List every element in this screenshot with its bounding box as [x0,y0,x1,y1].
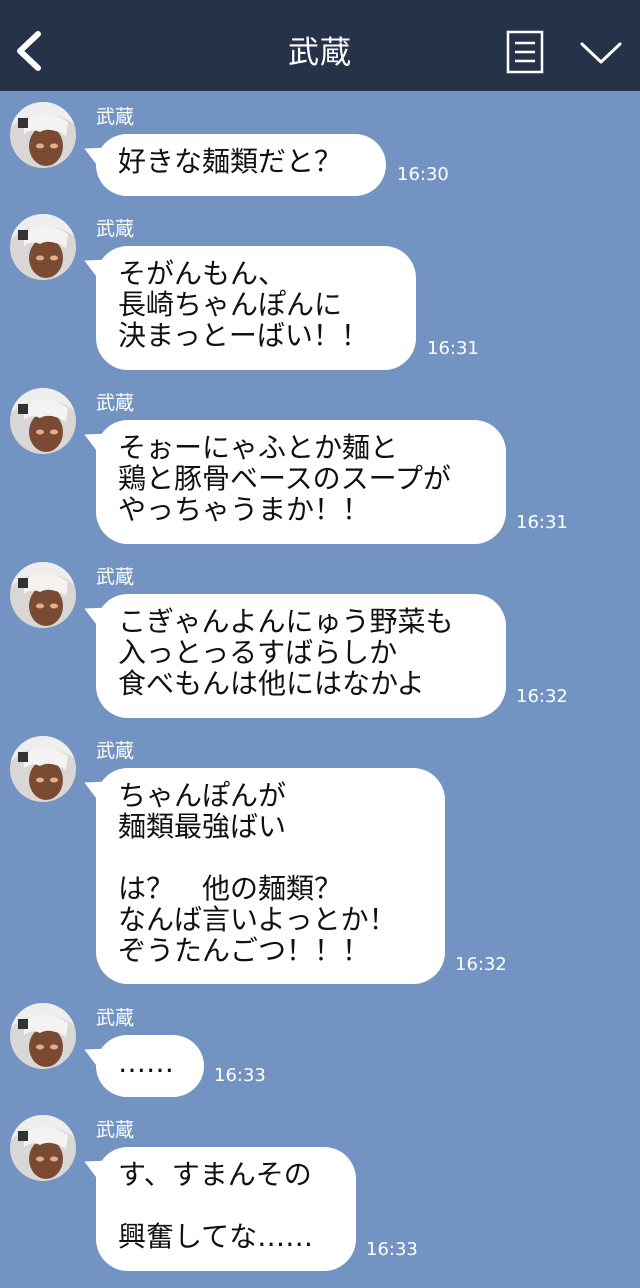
sender-name: 武蔵 [96,740,135,762]
sender-name: 武蔵 [96,566,135,588]
message-time: 16:33 [366,1239,418,1260]
message-bubble[interactable]: す、すまんその 興奮してな…… [96,1147,356,1271]
message-time: 16:32 [516,686,568,707]
avatar[interactable] [10,1115,76,1181]
message-item: 武蔵 そがんもん、 長崎ちゃんぽんに 決まっとーばい！！ 16:31 [0,204,640,376]
avatar[interactable] [10,562,76,628]
message-time: 16:33 [214,1065,266,1086]
message-time: 16:30 [397,164,449,185]
message-bubble[interactable]: そがんもん、 長崎ちゃんぽんに 決まっとーばい！！ [96,246,416,370]
chat-header: 武蔵 [0,0,640,91]
message-item: 武蔵 好きな麺類だと？ 16:30 [0,92,640,202]
sender-name: 武蔵 [96,218,135,240]
message-time: 16:31 [516,512,568,533]
avatar-image [10,214,76,280]
avatar[interactable] [10,388,76,454]
avatar[interactable] [10,102,76,168]
avatar-image [10,102,76,168]
message-time: 16:32 [455,954,507,975]
message-bubble[interactable]: こぎゃんよんにゅう野菜も 入っとっるすばらしか 食べもんは他にはなかよ [96,594,506,718]
sender-name: 武蔵 [96,1007,135,1029]
chevron-down-icon[interactable] [578,38,624,68]
message-bubble[interactable]: ちゃんぽんが 麺類最強ばい は？ 他の麺類？ なんば言いよっとか！ ぞうたんごつ… [96,768,445,984]
avatar-image [10,1115,76,1181]
message-item: 武蔵 す、すまんその 興奮してな…… 16:33 [0,1105,640,1277]
sender-name: 武蔵 [96,106,135,128]
avatar-image [10,736,76,802]
message-time: 16:31 [427,338,479,359]
sender-name: 武蔵 [96,392,135,414]
message-bubble[interactable]: 好きな麺類だと？ [96,134,386,196]
message-item: 武蔵 ちゃんぽんが 麺類最強ばい は？ 他の麺類？ なんば言いよっとか！ ぞうた… [0,726,640,992]
avatar[interactable] [10,1003,76,1069]
message-bubble[interactable]: …… [96,1035,204,1097]
message-item: 武蔵 こぎゃんよんにゅう野菜も 入っとっるすばらしか 食べもんは他にはなかよ 1… [0,552,640,724]
message-item: 武蔵 …… 16:33 [0,993,640,1103]
message-bubble[interactable]: そぉーにゃふとか麺と 鶏と豚骨ベースのスープが やっちゃうまか！！ [96,420,506,544]
menu-list-icon[interactable] [506,30,544,74]
sender-name: 武蔵 [96,1119,135,1141]
message-item: 武蔵 そぉーにゃふとか麺と 鶏と豚骨ベースのスープが やっちゃうまか！！ 16:… [0,378,640,550]
avatar-image [10,1003,76,1069]
avatar[interactable] [10,736,76,802]
avatar[interactable] [10,214,76,280]
avatar-image [10,562,76,628]
chat-title: 武蔵 [288,35,352,71]
avatar-image [10,388,76,454]
